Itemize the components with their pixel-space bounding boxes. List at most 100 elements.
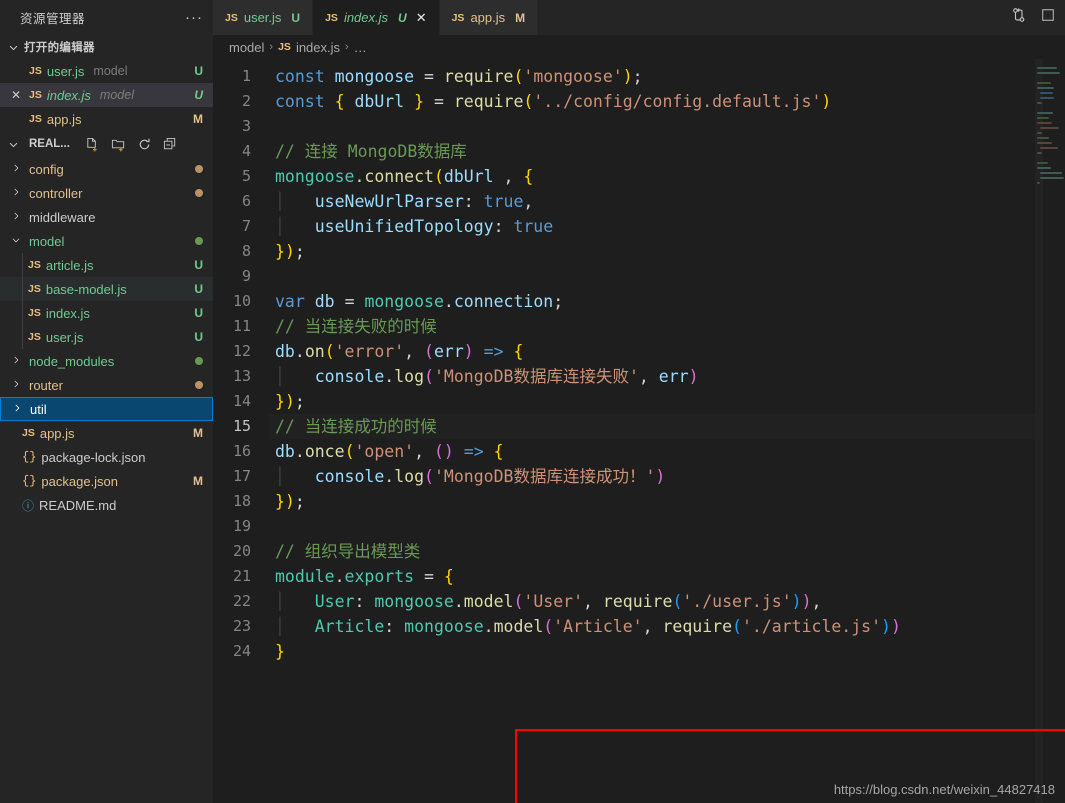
line-number: 13 [232,367,251,385]
code-line-15: // 当连接成功的时候 [269,414,1065,439]
tab-label: index.js [343,10,389,25]
tree-item-label: user.js [45,329,84,345]
new-file-icon[interactable] [85,137,100,152]
line-number: 3 [241,117,251,135]
tree-folder-router[interactable]: router [0,373,213,397]
vscode-window: 资源管理器 ··· 打开的编辑器 JS user.js model U ✕ JS… [0,0,1065,803]
workspace-header[interactable]: REAL... [0,131,213,157]
open-editor-user-js[interactable]: JS user.js model U [0,59,213,83]
tree-file-package-lock-json[interactable]: {} package-lock.json [0,445,213,469]
minimap[interactable] [1035,59,1065,803]
tree-item-label: package-lock.json [41,449,146,465]
close-icon[interactable]: ✕ [8,88,24,102]
tree-item-label: README.md [39,497,117,513]
new-folder-icon[interactable] [111,137,126,152]
tab-user-js[interactable]: JS user.js U [213,0,314,35]
indent-guide [22,325,23,349]
editor-area: JS user.js U JS index.js U ✕ JS app.js M [213,0,1065,803]
close-icon[interactable]: ✕ [416,10,427,26]
line-number: 8 [241,242,251,260]
tree-item-label: config [29,161,64,177]
line-number: 7 [241,217,251,235]
status-badge: M [193,426,203,440]
tree-folder-node-modules[interactable]: node_modules [0,349,213,373]
code-line-6: │ useNewUrlParser: true, [275,192,534,211]
chevron-right-icon [8,187,24,200]
tree-item-label: node_modules [29,353,115,369]
tree-folder-middleware[interactable]: middleware [0,205,213,229]
js-icon: JS [28,331,41,343]
tree-file-user-js[interactable]: JS user.js U [0,325,213,349]
status-badge: U [194,88,203,102]
info-icon: ⓘ [22,498,35,513]
open-editors-header[interactable]: 打开的编辑器 [0,35,213,59]
code-line-12: db.on('error', (err) => { [275,342,524,361]
js-icon: JS [225,11,238,24]
tree-item-label: router [29,377,63,393]
tab-status-badge: M [515,10,526,25]
chevron-right-icon [8,163,24,176]
more-actions-icon[interactable] [1041,8,1055,27]
tree-item-label: util [30,401,47,417]
tab-label: app.js [470,10,506,25]
line-number: 4 [241,142,251,160]
line-number: 18 [232,492,251,510]
line-number: 9 [241,267,251,285]
open-editor-index-js[interactable]: ✕ JS index.js model U [0,83,213,107]
status-badge: M [193,112,203,126]
refresh-icon[interactable] [137,137,152,152]
tree-file-article-js[interactable]: JS article.js U [0,253,213,277]
tree-file-index-js[interactable]: JS index.js U [0,301,213,325]
status-badge: U [194,330,203,344]
git-status-dot [195,165,203,173]
line-number: 2 [241,92,251,110]
tree-folder-config[interactable]: config [0,157,213,181]
open-editor-meta: model [99,88,134,102]
code-line-2: const { dbUrl } = require('../config/con… [275,92,832,111]
tree-folder-controller[interactable]: controller [0,181,213,205]
tree-file-base-model-js[interactable]: JS base-model.js U [0,277,213,301]
breadcrumb-tail[interactable]: … [354,40,367,55]
line-number: 11 [232,317,251,335]
tree-file-readme-md[interactable]: ⓘ README.md [0,493,213,517]
tab-app-js[interactable]: JS app.js M [439,0,539,35]
tree-file-package-json[interactable]: {} package.json M [0,469,213,493]
line-number: 1 [241,67,251,85]
open-editor-app-js[interactable]: JS app.js M [0,107,213,131]
indent-guide [22,277,23,301]
more-actions-icon[interactable]: ··· [185,10,203,25]
code-line-17: │ console.log('MongoDB数据库连接成功！') [275,467,666,486]
tree-folder-util[interactable]: util [0,397,213,421]
code-line-22: │ User: mongoose.model('User', require('… [275,592,822,611]
code-line-13: │ console.log('MongoDB数据库连接失败', err) [275,367,699,386]
status-badge: U [194,64,203,78]
breadcrumb-file[interactable]: index.js [296,40,340,55]
line-number: 22 [232,592,251,610]
tree-folder-model[interactable]: model [0,229,213,253]
tree-item-label: controller [29,185,83,201]
line-number: 10 [232,292,251,310]
tree-item-label: middleware [29,209,96,225]
editor-actions [1011,0,1065,35]
status-badge: U [194,282,203,296]
tab-index-js[interactable]: JS index.js U ✕ [313,0,440,35]
indent-guide [22,253,23,277]
collapse-all-icon[interactable] [163,137,178,152]
line-number: 23 [232,617,251,635]
open-editor-meta: model [93,64,128,78]
breadcrumb: model › JS index.js › … [213,35,1065,59]
breadcrumb-folder[interactable]: model [229,40,264,55]
chevron-down-icon [6,41,20,53]
git-status-dot [195,357,203,365]
code-content[interactable]: const mongoose = require('mongoose'); co… [269,59,1065,803]
json-icon: {} [22,474,37,488]
tree-file-app-js[interactable]: JS app.js M [0,421,213,445]
split-editor-icon[interactable] [1011,7,1027,28]
js-icon: JS [28,283,41,295]
minimap-slider[interactable] [1035,59,1043,803]
tab-status-badge: U [398,10,407,25]
open-editor-name: index.js [46,87,91,103]
line-number: 16 [232,442,251,460]
code-editor[interactable]: 1 2 3 4 5 6 7 8 9 10 11 12 13 14 15 16 1… [213,59,1065,803]
